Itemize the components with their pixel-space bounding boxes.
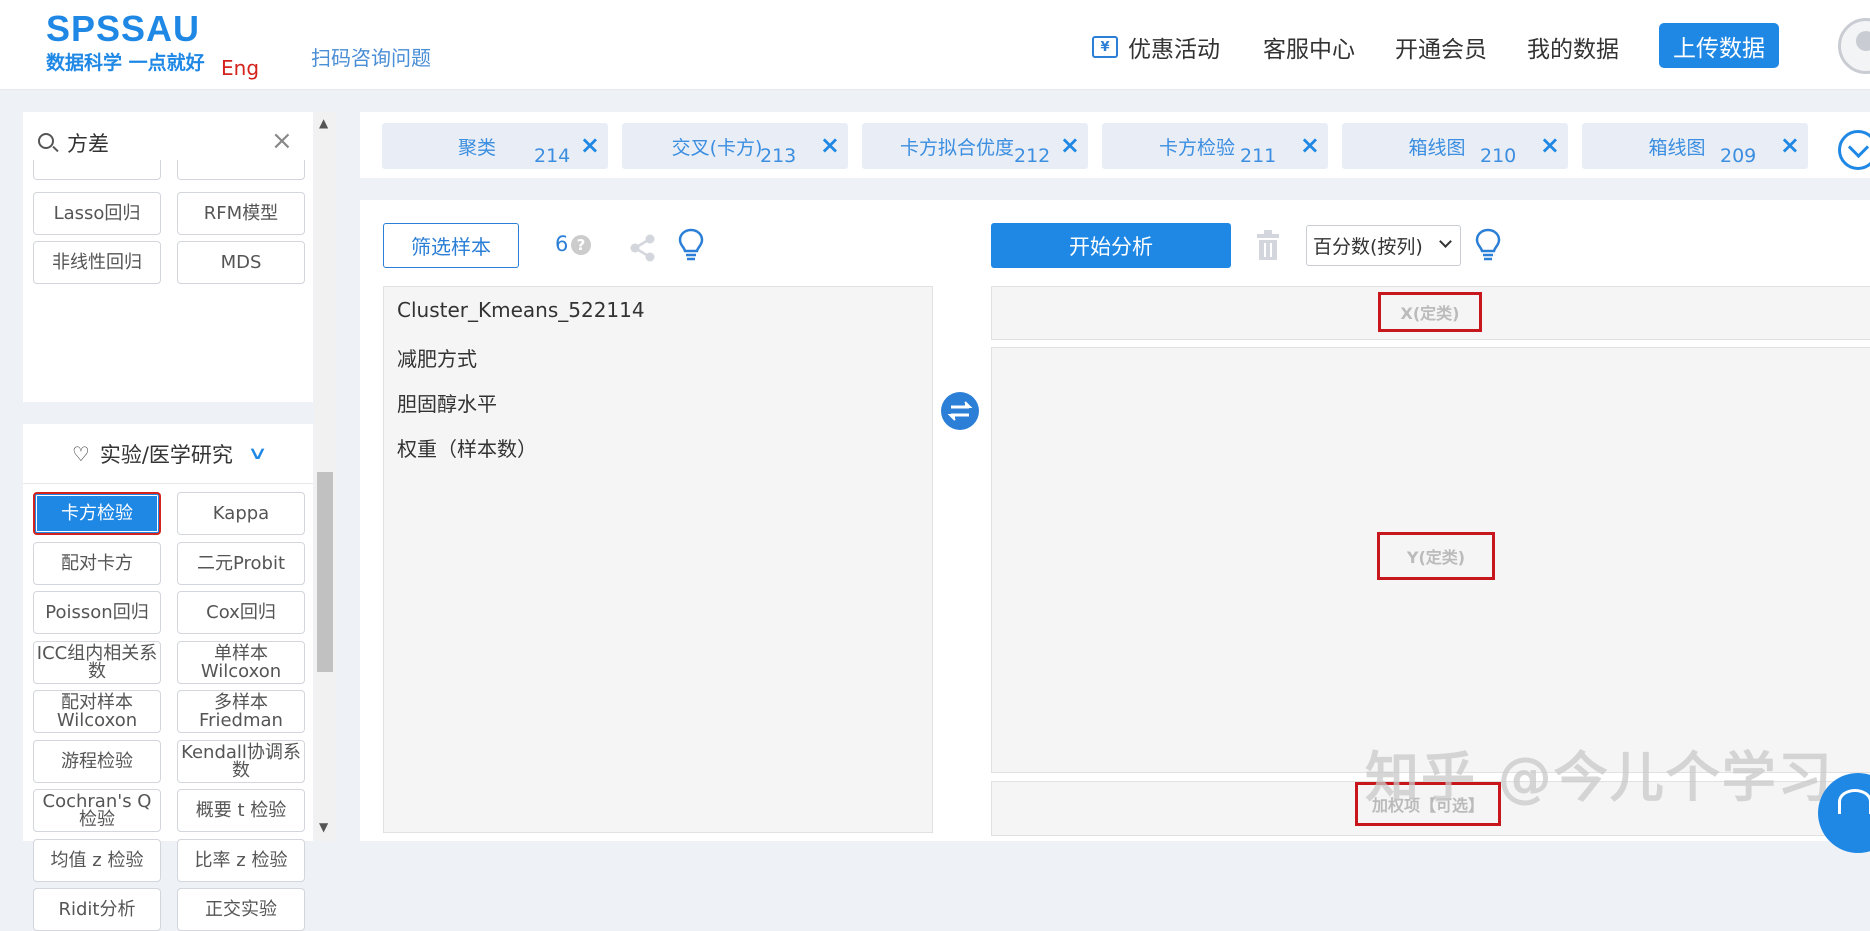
language-link[interactable]: Eng [221,56,259,80]
chevron-down-icon: ∨ [246,443,269,464]
percent-mode-select[interactable]: 百分数(按列) [1306,225,1461,266]
tool-button[interactable]: 二元Probit [177,542,305,585]
nav-promo-label: 优惠活动 [1128,37,1220,63]
watermark: 知乎 @今儿个学习 [1365,746,1834,809]
avatar[interactable] [1838,18,1870,74]
variable-item[interactable]: 权重（样本数） [397,433,537,462]
sample-count: 6 [555,232,569,256]
search-icon [38,133,54,149]
logo[interactable]: SPSSAU [46,8,200,50]
lightbulb-icon[interactable] [678,228,704,262]
tool-button[interactable]: 非线性回归 [33,241,161,284]
scroll-up-icon[interactable]: ▲ [319,116,328,130]
tab-number: 213 [760,145,797,167]
nav-my-data[interactable]: 我的数据 [1527,30,1619,64]
x-zone-label: X(定类) [1378,292,1482,332]
tab-number: 209 [1720,145,1757,167]
scroll-down-icon[interactable]: ▼ [319,820,328,834]
history-tab[interactable]: 箱线图 210 × [1342,123,1568,169]
nav-vip[interactable]: 开通会员 [1395,30,1487,64]
category-label: 实验/医学研究 [99,442,233,467]
close-icon[interactable]: × [271,126,293,156]
close-icon[interactable]: × [1540,131,1560,159]
tool-button[interactable]: 配对样本Wilcoxon [33,690,161,733]
tool-button[interactable]: 多样本Friedman [177,690,305,733]
tool-button[interactable]: 单样本Wilcoxon [177,641,305,684]
qr-consult-link[interactable]: 扫码咨询问题 [311,42,431,71]
lightbulb-icon[interactable] [1475,228,1501,262]
select-value: 百分数(按列) [1313,236,1423,258]
swap-icon[interactable] [941,392,979,430]
close-icon[interactable]: × [1300,131,1320,159]
tool-button[interactable]: Kendall协调系数 [177,740,305,783]
tool-button-partial[interactable] [33,160,161,180]
variable-item[interactable]: 减肥方式 [397,343,477,372]
tab-number: 211 [1240,145,1277,167]
category-header[interactable]: ♡ 实验/医学研究 ∨ [23,424,313,484]
sidebar-scrollbar[interactable]: ▲ ▼ [314,112,336,841]
tool-button[interactable]: ICC组内相关系数 [33,641,161,684]
tool-button[interactable]: 游程检验 [33,740,161,783]
tool-panel-upper: Lasso回归 RFM模型 非线性回归 MDS [23,160,313,402]
top-header: SPSSAU 数据科学 一点就好 Eng 扫码咨询问题 ¥ 优惠活动 客服中心 … [0,0,1870,90]
tool-button[interactable]: Lasso回归 [33,192,161,235]
variable-item[interactable]: Cluster_Kmeans_522114 [397,298,645,322]
tool-button[interactable]: Cox回归 [177,591,305,634]
search-input[interactable]: 方差 [67,128,109,158]
nav-service[interactable]: 客服中心 [1263,30,1355,64]
filter-sample-button[interactable]: 筛选样本 [383,223,519,268]
tool-button[interactable]: RFM模型 [177,192,305,235]
tab-number: 214 [534,145,571,167]
chevron-down-circle-icon[interactable] [1838,130,1870,170]
tool-button[interactable]: 卡方检验 [33,492,161,535]
tool-button[interactable]: Ridit分析 [33,888,161,931]
history-tabs: 聚类 214 × 交叉(卡方) 213 × 卡方拟合优度 212 × 卡方检验 211 × 箱线图 210… [360,112,1870,178]
tool-button[interactable]: Poisson回归 [33,591,161,634]
start-analysis-button[interactable]: 开始分析 [991,223,1231,268]
trash-icon[interactable] [1254,228,1282,262]
x-variable-zone[interactable]: X(定类) [991,286,1870,340]
tool-button[interactable]: 均值 z 检验 [33,839,161,882]
tab-number: 210 [1480,145,1517,167]
close-icon[interactable]: × [820,131,840,159]
tool-button[interactable]: Cochran's Q检验 [33,789,161,832]
variable-item[interactable]: 胆固醇水平 [397,388,497,417]
y-zone-label: Y(定类) [1377,532,1495,580]
chevron-down-icon [1439,235,1452,248]
history-tab[interactable]: 卡方拟合优度 212 × [862,123,1088,169]
share-icon[interactable] [628,233,658,263]
tool-button[interactable]: 配对卡方 [33,542,161,585]
tool-panel-medical: ♡ 实验/医学研究 ∨ 卡方检验 Kappa 配对卡方 二元Probit Poisson… [23,424,313,931]
heart-plus-icon: ♡ [71,441,90,466]
tool-button[interactable]: Kappa [177,492,305,535]
history-tab[interactable]: 聚类 214 × [382,123,608,169]
history-tab[interactable]: 交叉(卡方) 213 × [622,123,848,169]
scrollbar-thumb[interactable] [317,472,333,672]
sidebar: 方差 × Lasso回归 RFM模型 非线性回归 MDS ♡ 实验/医学研究 ∨… [23,112,313,931]
logo-slogan: 数据科学 一点就好 [46,52,205,74]
upload-data-button[interactable]: 上传数据 [1659,23,1779,68]
y-variable-zone[interactable]: Y(定类) [991,347,1870,773]
history-tab[interactable]: 箱线图 209 × [1582,123,1808,169]
help-icon[interactable]: ? [571,235,591,255]
ticket-icon: ¥ [1092,36,1118,58]
tool-button[interactable]: MDS [177,241,305,284]
close-icon[interactable]: × [1060,131,1080,159]
tool-button[interactable]: 概要 t 检验 [177,789,305,832]
tool-button-partial[interactable] [177,160,305,180]
variable-list[interactable]: Cluster_Kmeans_522114 减肥方式 胆固醇水平 权重（样本数） [383,286,933,833]
tool-button[interactable]: 正交实验 [177,888,305,931]
nav-promo[interactable]: ¥ 优惠活动 [1092,30,1220,64]
close-icon[interactable]: × [1780,131,1800,159]
tool-button[interactable]: 比率 z 检验 [177,839,305,882]
close-icon[interactable]: × [580,131,600,159]
history-tab[interactable]: 卡方检验 211 × [1102,123,1328,169]
tab-number: 212 [1014,145,1051,167]
